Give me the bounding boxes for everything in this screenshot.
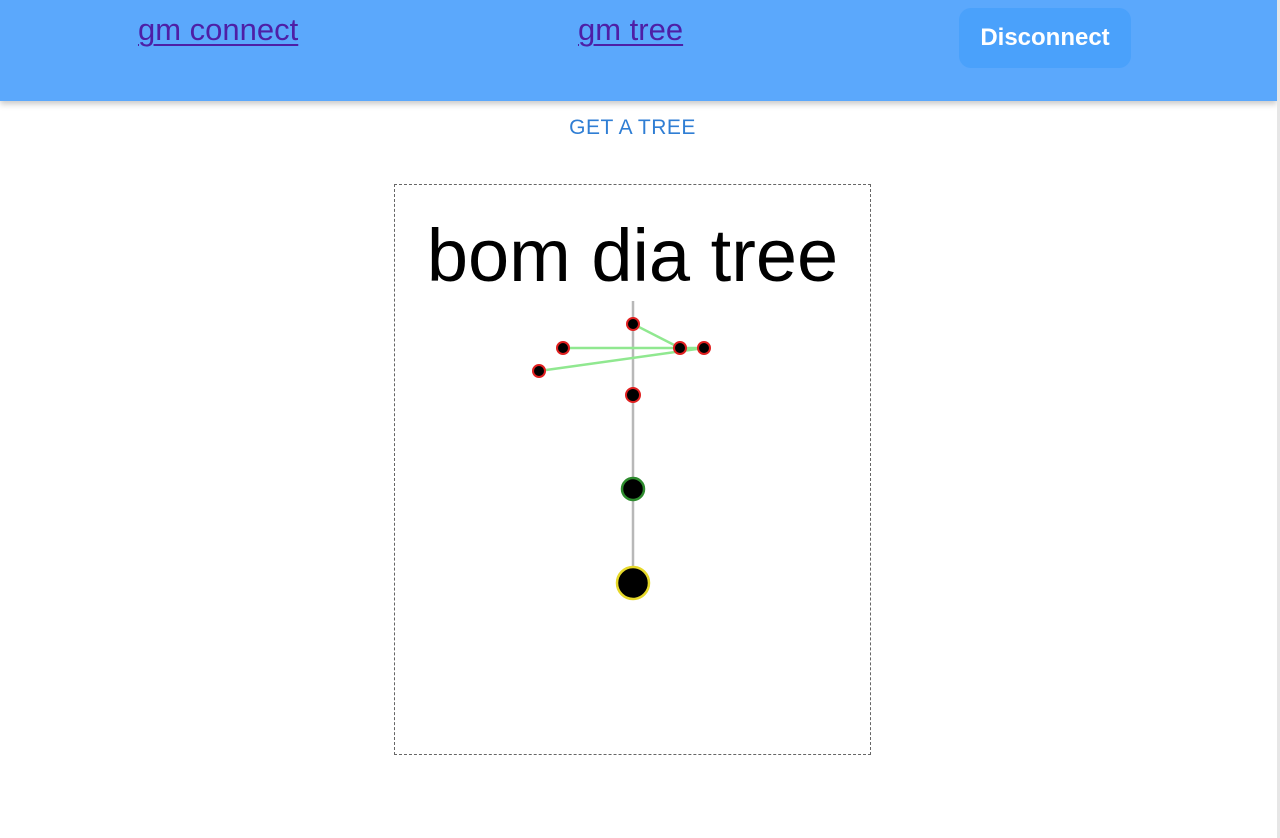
tree-node [532, 364, 546, 378]
nav-link-gm-connect[interactable]: gm connect [138, 12, 298, 48]
top-navbar: gm connect gm tree Disconnect [0, 0, 1277, 101]
branch-line [632, 322, 681, 350]
tree-node-root [615, 565, 651, 601]
tree-node-middle [620, 476, 646, 502]
tree-node [556, 341, 570, 355]
get-a-tree-button[interactable]: GET A TREE [540, 116, 725, 140]
tree-node [697, 341, 711, 355]
tree-title: bom dia tree [426, 214, 839, 297]
tree-canvas: bom dia tree [394, 184, 871, 755]
disconnect-button[interactable]: Disconnect [959, 8, 1131, 68]
nav-link-gm-tree[interactable]: gm tree [578, 12, 683, 48]
tree-node [626, 317, 640, 331]
tree-node [625, 387, 641, 403]
tree-node [673, 341, 687, 355]
